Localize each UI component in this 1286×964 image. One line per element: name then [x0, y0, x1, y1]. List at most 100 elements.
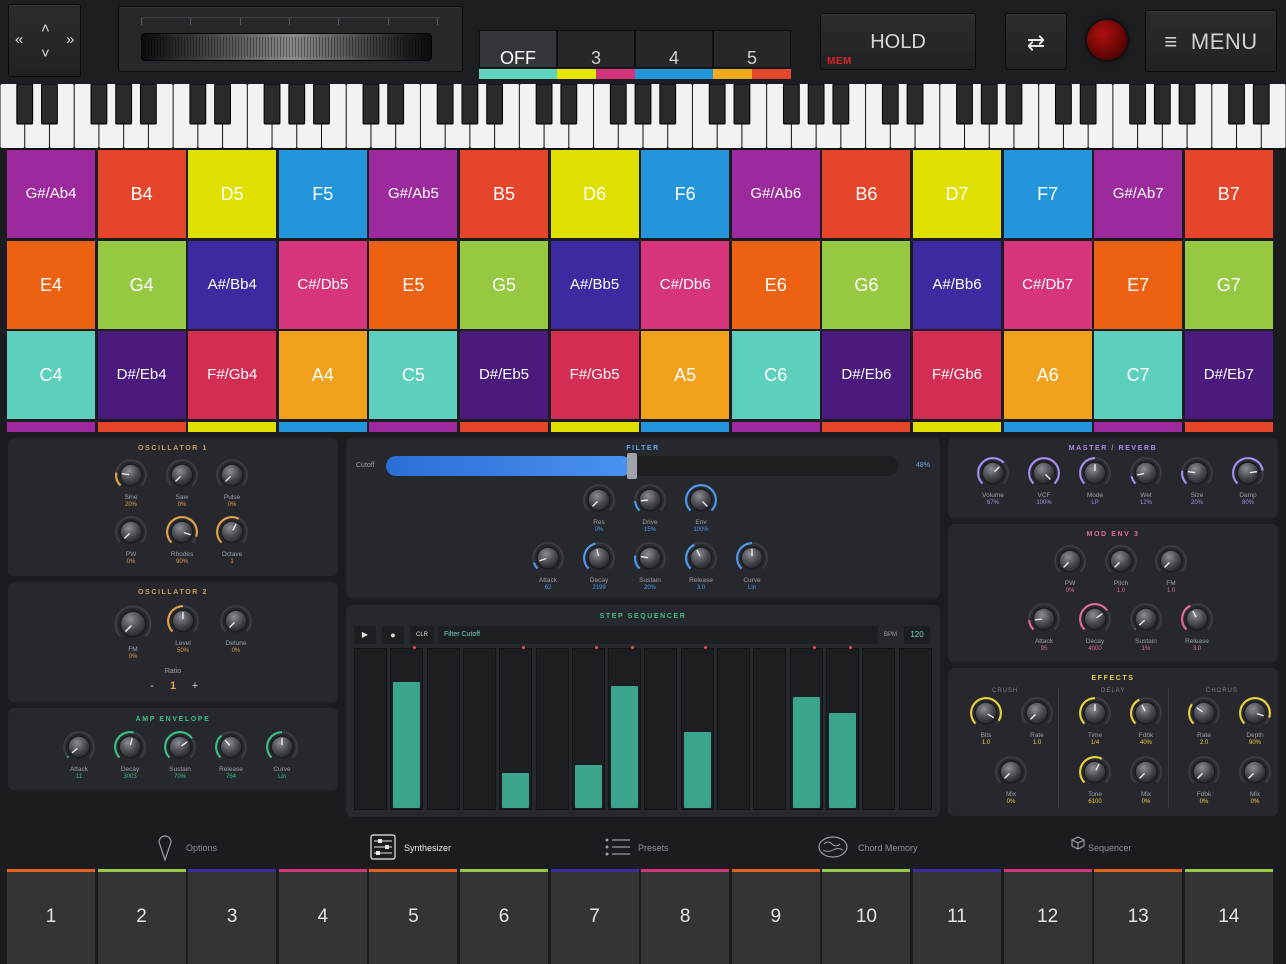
- knob-dial[interactable]: [215, 515, 249, 549]
- knob-dial[interactable]: [215, 458, 249, 492]
- knob-mix[interactable]: Mix 0%: [986, 755, 1036, 806]
- note-pad[interactable]: C5: [369, 331, 458, 419]
- black-key[interactable]: [1005, 84, 1023, 125]
- clear-button[interactable]: CLR: [410, 626, 434, 644]
- knob-dial[interactable]: [163, 730, 197, 764]
- note-pad[interactable]: B5: [460, 150, 548, 238]
- chord-button-8[interactable]: 8: [641, 869, 730, 964]
- ratio-decrement-button[interactable]: -: [145, 679, 159, 693]
- note-pad[interactable]: B6: [822, 150, 911, 238]
- knob-dial[interactable]: [684, 541, 718, 575]
- knob-res[interactable]: Res 0%: [574, 483, 624, 534]
- knob-dial[interactable]: [165, 458, 199, 492]
- note-pad-partial[interactable]: [822, 422, 911, 432]
- knob-dial[interactable]: [582, 483, 616, 517]
- sequencer-target-select[interactable]: Filter Cutoff: [438, 626, 878, 644]
- knob-dial[interactable]: [1129, 602, 1163, 636]
- knob-drive[interactable]: Drive 15%: [625, 483, 675, 534]
- sequencer-step[interactable]: [862, 648, 896, 810]
- note-pad[interactable]: E5: [369, 240, 458, 329]
- knob-fdbk[interactable]: Fdbk 40%: [1121, 696, 1171, 747]
- chord-button-9[interactable]: 9: [731, 869, 820, 964]
- note-pad-partial[interactable]: [1003, 422, 1092, 432]
- black-key[interactable]: [313, 84, 330, 125]
- note-pad[interactable]: E4: [7, 240, 95, 329]
- knob-pulse[interactable]: Pulse 0%: [207, 458, 257, 509]
- knob-level[interactable]: Level 50%: [158, 604, 208, 655]
- knob-dial[interactable]: [113, 604, 153, 644]
- tab-chord-memory[interactable]: Chord Memory: [818, 834, 938, 862]
- sequencer-step[interactable]: [462, 648, 496, 810]
- knob-fm[interactable]: FM 1.0: [1146, 544, 1196, 595]
- sequencer-step[interactable]: [571, 646, 605, 810]
- note-pad[interactable]: C7: [1094, 331, 1183, 419]
- knob-dial[interactable]: [1180, 456, 1214, 490]
- knob-dial[interactable]: [994, 755, 1028, 789]
- sequencer-step[interactable]: [717, 648, 750, 810]
- note-pad-partial[interactable]: [731, 422, 820, 432]
- sequencer-step[interactable]: [426, 648, 460, 810]
- knob-fm[interactable]: FM 0%: [105, 604, 161, 661]
- knob-saw[interactable]: Saw 0%: [157, 458, 207, 509]
- knob-dial[interactable]: [265, 730, 299, 764]
- note-pad-partial[interactable]: [460, 422, 548, 432]
- knob-depth[interactable]: Depth 90%: [1230, 696, 1280, 747]
- black-key[interactable]: [1055, 84, 1072, 125]
- note-pad[interactable]: F7: [1003, 150, 1092, 238]
- note-pad[interactable]: D#/Eb7: [1184, 331, 1273, 419]
- note-pad-partial[interactable]: [550, 422, 639, 432]
- note-pad-partial[interactable]: [1184, 422, 1273, 432]
- note-pad-partial[interactable]: [188, 422, 277, 432]
- knob-pw[interactable]: PW 0%: [106, 515, 156, 566]
- knob-detune[interactable]: Detune 0%: [211, 604, 261, 655]
- knob-attack[interactable]: Attack 11: [54, 730, 104, 781]
- black-key[interactable]: [1079, 84, 1097, 125]
- note-pad-partial[interactable]: [1094, 422, 1183, 432]
- black-key[interactable]: [1228, 84, 1245, 125]
- note-pad[interactable]: G#/Ab6: [731, 150, 820, 238]
- piano-keyboard[interactable]: [0, 84, 1286, 150]
- note-pad[interactable]: G6: [822, 240, 911, 329]
- chord-button-12[interactable]: 12: [1003, 869, 1092, 964]
- black-key[interactable]: [1153, 84, 1171, 125]
- knob-curve[interactable]: Curve Lin: [257, 730, 307, 781]
- knob-dial[interactable]: [1180, 602, 1214, 636]
- nav-down-icon[interactable]: ˅: [41, 46, 50, 61]
- mode-tab-off[interactable]: OFF: [479, 30, 557, 79]
- knob-dial[interactable]: [684, 483, 718, 517]
- note-pad[interactable]: C#/Db7: [1003, 240, 1092, 329]
- knob-dial[interactable]: [165, 515, 199, 549]
- knob-attack[interactable]: Attack 62: [523, 541, 573, 592]
- black-key[interactable]: [535, 84, 553, 125]
- knob-dial[interactable]: [531, 541, 565, 575]
- note-pad[interactable]: F#/Gb5: [550, 331, 639, 419]
- knob-dial[interactable]: [1078, 602, 1112, 636]
- knob-dial[interactable]: [114, 515, 148, 549]
- black-key[interactable]: [733, 84, 751, 125]
- sequencer-step[interactable]: [898, 648, 932, 810]
- nav-prev-icon[interactable]: «: [15, 32, 23, 47]
- black-key[interactable]: [708, 84, 726, 125]
- note-pad[interactable]: G4: [97, 240, 186, 329]
- knob-damp[interactable]: Damp 80%: [1223, 456, 1273, 507]
- chord-button-10[interactable]: 10: [822, 869, 911, 964]
- black-key[interactable]: [906, 84, 924, 125]
- chord-button-1[interactable]: 1: [7, 869, 95, 964]
- swap-button[interactable]: ⇄: [1005, 13, 1067, 70]
- chord-button-13[interactable]: 13: [1094, 869, 1183, 964]
- note-pad-partial[interactable]: [97, 422, 186, 432]
- note-pad-partial[interactable]: [369, 422, 458, 432]
- note-pad[interactable]: A#/Bb4: [188, 240, 277, 329]
- black-key[interactable]: [214, 84, 231, 125]
- note-pad[interactable]: B4: [97, 150, 186, 238]
- black-key[interactable]: [1129, 84, 1147, 125]
- knob-dial[interactable]: [1231, 456, 1265, 490]
- knob-dial[interactable]: [1129, 696, 1163, 730]
- black-key[interactable]: [807, 84, 825, 125]
- sequencer-step[interactable]: [644, 648, 678, 810]
- knob-dial[interactable]: [1104, 544, 1138, 578]
- note-pad[interactable]: G5: [460, 240, 548, 329]
- knob-dial[interactable]: [633, 541, 667, 575]
- knob-dial[interactable]: [976, 456, 1010, 490]
- black-key[interactable]: [832, 84, 850, 125]
